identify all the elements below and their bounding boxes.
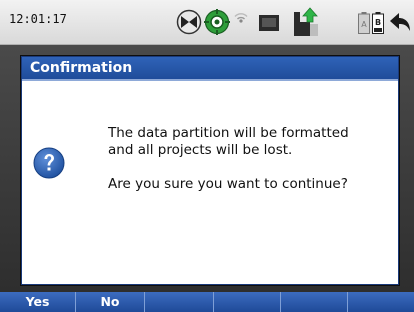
dialog-title: Confirmation <box>22 57 398 81</box>
message-line-2: and all projects will be lost. <box>108 142 293 158</box>
back-arrow-icon[interactable] <box>388 11 412 37</box>
dialog-message: The data partition will be formatted and… <box>108 125 388 193</box>
battery-a-icon[interactable]: A <box>358 12 370 38</box>
card-storage-icon[interactable] <box>258 14 280 36</box>
softkey-6[interactable] <box>348 292 414 312</box>
gps-status-icon[interactable] <box>204 9 230 39</box>
battery-b-icon[interactable]: B <box>372 12 384 38</box>
confirmation-dialog: Confirmation The data partition will be … <box>21 56 399 285</box>
clock: 12:01:17 <box>9 12 67 26</box>
message-line-1: The data partition will be formatted <box>108 125 349 141</box>
softkey-5[interactable] <box>281 292 348 312</box>
status-bar: 12:01:17 A B <box>0 0 414 45</box>
question-icon <box>33 147 65 179</box>
data-transfer-icon[interactable] <box>292 6 320 42</box>
satellite-tracking-icon[interactable] <box>176 9 202 39</box>
softkey-3[interactable] <box>145 292 214 312</box>
message-question: Are you sure you want to continue? <box>108 176 348 192</box>
softkey-4[interactable] <box>214 292 281 312</box>
no-button[interactable]: No <box>76 292 145 312</box>
battery-b-label: B <box>375 18 381 27</box>
softkey-bar: Yes No <box>0 292 414 312</box>
battery-a-label: A <box>361 20 367 29</box>
radio-signal-icon[interactable] <box>234 10 248 29</box>
yes-button[interactable]: Yes <box>0 292 76 312</box>
